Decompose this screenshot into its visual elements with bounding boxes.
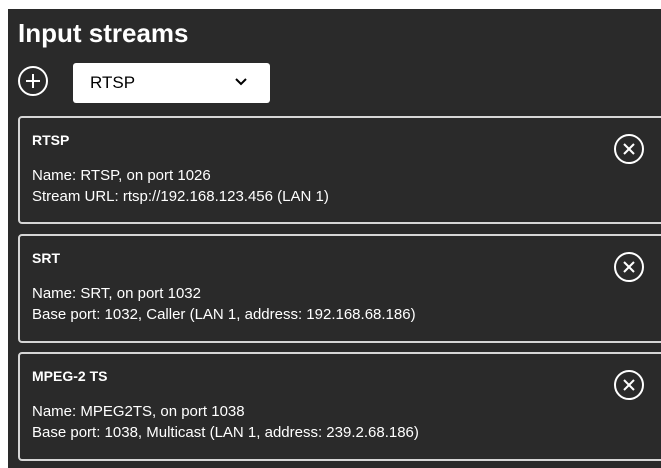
stream-card-mpeg2ts: MPEG-2 TS Name: MPEG2TS, on port 1038 Ba… — [18, 352, 661, 461]
stream-card-rtsp: RTSP Name: RTSP, on port 1026 Stream URL… — [18, 116, 661, 224]
stream-detail-line: Base port: 1032, Caller (LAN 1, address:… — [32, 306, 416, 323]
stream-name-line: Name: RTSP, on port 1026 — [32, 167, 211, 184]
stream-card-srt: SRT Name: SRT, on port 1032 Base port: 1… — [18, 234, 661, 343]
close-icon — [623, 379, 635, 391]
stream-type-select[interactable]: RTSP — [73, 63, 270, 103]
stream-name-line: Name: SRT, on port 1032 — [32, 285, 201, 302]
stream-card-title: RTSP — [32, 132, 70, 148]
stream-detail-line: Base port: 1038, Multicast (LAN 1, addre… — [32, 424, 419, 441]
stream-name-line: Name: MPEG2TS, on port 1038 — [32, 403, 245, 420]
input-streams-panel: Input streams RTSP RTSP Name: RTSP, on p… — [8, 9, 661, 468]
remove-stream-button[interactable] — [614, 370, 644, 400]
stream-type-selected-value: RTSP — [90, 73, 136, 92]
remove-stream-button[interactable] — [614, 134, 644, 164]
remove-stream-button[interactable] — [614, 252, 644, 282]
stream-card-title: MPEG-2 TS — [32, 368, 108, 384]
close-icon — [623, 261, 635, 273]
stream-detail-line: Stream URL: rtsp://192.168.123.456 (LAN … — [32, 188, 329, 205]
page-title: Input streams — [18, 18, 189, 48]
add-stream-button[interactable] — [18, 66, 48, 96]
close-icon — [623, 143, 635, 155]
plus-circle-icon — [26, 74, 40, 88]
chevron-down-icon — [235, 78, 247, 86]
stream-card-title: SRT — [32, 250, 60, 266]
